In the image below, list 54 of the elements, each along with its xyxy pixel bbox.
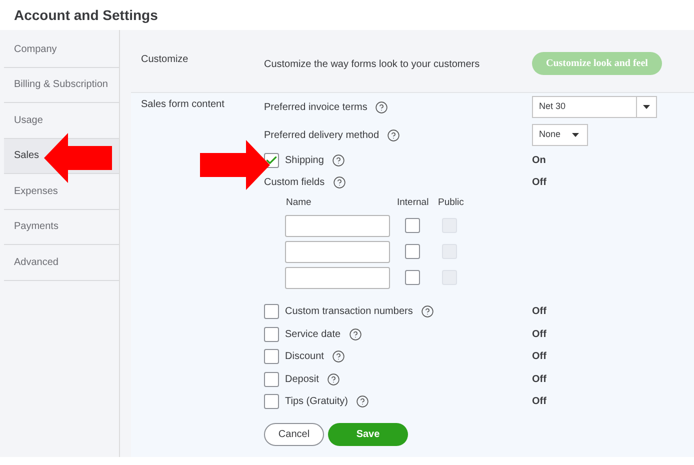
help-icon[interactable] [375, 100, 388, 114]
help-icon[interactable] [332, 350, 345, 364]
column-header: Internal [397, 196, 430, 210]
checkbox[interactable] [264, 394, 279, 410]
sidebar-item[interactable]: Payments [4, 210, 119, 245]
checkbox[interactable] [264, 349, 279, 364]
input-field[interactable] [285, 214, 390, 236]
checkbox[interactable] [405, 244, 420, 259]
help-icon[interactable] [420, 305, 434, 318]
dropdown[interactable]: None [532, 124, 588, 146]
checkbox[interactable] [264, 372, 279, 387]
sidebar-item[interactable]: Company [4, 32, 119, 68]
sidebar-item[interactable]: Advanced [4, 245, 119, 280]
cancel-button[interactable]: Cancel [264, 423, 324, 446]
setting-label: Custom fields [264, 176, 325, 190]
status-text: On [532, 154, 546, 168]
input-field[interactable] [285, 240, 390, 262]
help-icon[interactable] [332, 154, 345, 167]
sidebar-item[interactable]: Billing & Subscription [4, 68, 119, 103]
section-label: Sales form content [140, 98, 226, 112]
checkbox[interactable] [264, 304, 279, 320]
status-text: Off [532, 395, 546, 410]
setting-label: Preferred invoice terms [264, 100, 368, 114]
setting-label: Custom transaction numbers [285, 305, 413, 320]
help-icon[interactable] [326, 372, 340, 386]
save-button[interactable]: Save [328, 423, 408, 446]
status-text: Off [532, 350, 546, 364]
column-header: Public [438, 196, 464, 210]
checkbox[interactable] [264, 326, 279, 342]
setting-label: Tips (Gratuity) [285, 395, 348, 410]
caret-icon [643, 105, 650, 109]
setting-label: Discount [285, 350, 324, 364]
help-icon[interactable] [356, 395, 369, 408]
status-text: Off [532, 305, 546, 320]
caret-icon [572, 133, 579, 137]
status-text: Off [532, 176, 546, 190]
status-text: Off [532, 372, 546, 387]
help-icon[interactable] [387, 128, 400, 142]
section-description: Customize the way forms look to your customers [264, 58, 481, 72]
help-icon[interactable] [332, 176, 346, 189]
checkbox[interactable] [405, 218, 420, 233]
setting-label: Service date [285, 328, 341, 342]
setting-label: Deposit [285, 372, 319, 387]
section-label: Customize [140, 53, 190, 67]
checkbox[interactable] [405, 270, 420, 285]
pointer-arrow [44, 133, 114, 183]
column-header: Name [285, 196, 312, 210]
input-field[interactable] [285, 266, 390, 288]
dropdown[interactable]: Net 30 [532, 96, 657, 118]
help-icon[interactable] [348, 328, 362, 341]
setting-label: Shipping [285, 154, 324, 168]
setting-label: Preferred delivery method [264, 128, 380, 142]
status-text: Off [532, 328, 546, 342]
page-title: Account and Settings [14, 6, 158, 25]
